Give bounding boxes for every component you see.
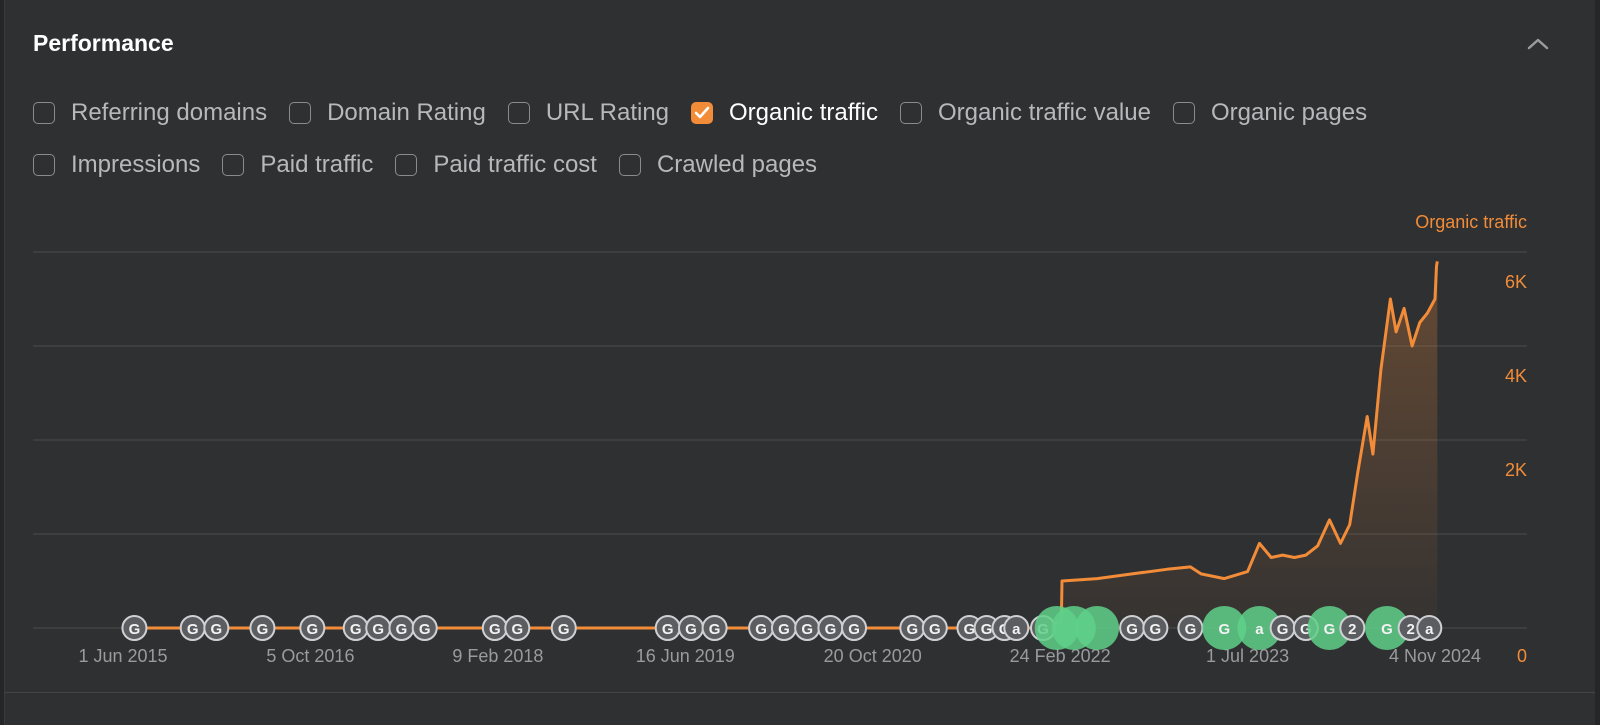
- metric-label: Crawled pages: [656, 151, 818, 178]
- annotation-label: G: [1126, 621, 1138, 638]
- checkbox-impressions[interactable]: [33, 154, 55, 176]
- metric-paid-traffic-cost[interactable]: Paid traffic cost: [395, 151, 597, 179]
- performance-panel: Performance Referring domains Domain Rati…: [4, 0, 1595, 725]
- x-tick-label: 5 Oct 2016: [266, 646, 354, 666]
- annotation-label: G: [755, 621, 767, 638]
- annotation-label: G: [848, 621, 860, 638]
- metric-domain-rating[interactable]: Domain Rating: [289, 99, 486, 127]
- annotation-label: G: [709, 621, 721, 638]
- checkbox-domain-rating[interactable]: [289, 102, 312, 124]
- annotation-label: G: [1324, 621, 1336, 638]
- y-axis-title: Organic traffic: [1415, 212, 1527, 232]
- annotation-label: a: [1012, 621, 1021, 638]
- annotation-label: G: [685, 621, 697, 638]
- annotation-label: G: [964, 621, 976, 638]
- metric-organic-traffic-value[interactable]: Organic traffic value: [899, 99, 1151, 127]
- annotation-label: G: [1381, 621, 1393, 638]
- annotation-label: 2: [1348, 621, 1356, 638]
- panel-title: Performance: [33, 30, 174, 56]
- annotation-label: G: [419, 621, 431, 638]
- checkbox-paid-traffic[interactable]: [222, 154, 245, 176]
- x-tick-label: 20 Oct 2020: [824, 646, 922, 666]
- annotation-label: G: [1277, 621, 1289, 638]
- checkbox-organic-traffic-value[interactable]: [899, 102, 922, 124]
- x-tick-label: 1 Jun 2015: [78, 646, 167, 666]
- checkbox-crawled-pages[interactable]: [618, 154, 641, 176]
- annotation-label: G: [801, 621, 813, 638]
- metric-url-rating[interactable]: URL Rating: [507, 99, 670, 127]
- metric-label: Organic traffic: [729, 99, 878, 126]
- annotation-label: G: [1218, 621, 1230, 638]
- annotation-label: G: [306, 621, 318, 638]
- annotation-label: G: [129, 621, 141, 638]
- y-tick-label: 4K: [1505, 366, 1527, 386]
- annotation-label: G: [1185, 621, 1197, 638]
- metric-label: Organic pages: [1210, 99, 1368, 126]
- annotation-label: G: [396, 621, 408, 638]
- metric-row-2: Impressions Paid traffic Paid traffic cost…: [33, 150, 839, 180]
- annotation-label: G: [489, 621, 501, 638]
- x-tick-label: 4 Nov 2024: [1389, 646, 1481, 666]
- annotation-label: G: [929, 621, 941, 638]
- checkmark-icon: [694, 106, 710, 119]
- annotation-label: a: [1425, 621, 1434, 638]
- metric-crawled-pages[interactable]: Crawled pages: [618, 151, 818, 179]
- collapse-chevron-icon[interactable]: [1523, 32, 1553, 56]
- divider: [5, 692, 1595, 693]
- series-line-organic-traffic: [123, 261, 1439, 630]
- y-tick-label: 6K: [1505, 272, 1527, 292]
- metric-label: Paid traffic cost: [433, 151, 597, 178]
- annotation-label: G: [662, 621, 674, 638]
- annotation-label: G: [825, 621, 837, 638]
- checkbox-url-rating[interactable]: [507, 102, 530, 124]
- annotation-label: 2: [1406, 621, 1414, 638]
- checkbox-organic-pages[interactable]: [1172, 102, 1195, 124]
- annotation-label: G: [372, 621, 384, 638]
- annotation-label: G: [981, 621, 993, 638]
- annotation-label: G: [778, 621, 790, 638]
- metric-row-1: Referring domains Domain Rating URL Rating…: [33, 98, 1389, 128]
- checkbox-organic-traffic[interactable]: [691, 102, 714, 124]
- metric-label: URL Rating: [545, 99, 670, 126]
- metric-label: Organic traffic value: [937, 99, 1151, 126]
- metric-referring-domains[interactable]: Referring domains: [33, 99, 267, 127]
- annotation-label: G: [210, 621, 222, 638]
- metric-impressions[interactable]: Impressions: [33, 151, 200, 179]
- annotation-label: G: [511, 621, 523, 638]
- metric-label: Paid traffic: [260, 151, 374, 178]
- annotation-label: G: [350, 621, 362, 638]
- x-tick-label: 9 Feb 2018: [452, 646, 543, 666]
- metric-paid-traffic[interactable]: Paid traffic: [222, 151, 373, 179]
- annotation-label: G: [257, 621, 269, 638]
- metric-label: Impressions: [71, 151, 201, 178]
- annotation-label: G: [187, 621, 199, 638]
- metric-label: Domain Rating: [327, 99, 486, 126]
- annotation-label: a: [1255, 621, 1264, 638]
- y-tick-label: 2K: [1505, 460, 1527, 480]
- annotation-label: G: [906, 621, 918, 638]
- annotation-marker: [1075, 606, 1120, 650]
- annotation-label: G: [1150, 621, 1162, 638]
- annotation-label: G: [558, 621, 570, 638]
- metric-organic-traffic[interactable]: Organic traffic: [691, 99, 878, 127]
- x-tick-label: 16 Jun 2019: [636, 646, 735, 666]
- checkbox-paid-traffic-cost[interactable]: [395, 154, 418, 176]
- metric-organic-pages[interactable]: Organic pages: [1172, 99, 1368, 127]
- y-tick-label: 0: [1517, 646, 1527, 666]
- checkbox-referring-domains[interactable]: [33, 102, 55, 124]
- metric-label: Referring domains: [71, 99, 268, 126]
- organic-traffic-chart: Organic traffic02K4K6K8K1 Jun 20155 Oct …: [33, 212, 1527, 666]
